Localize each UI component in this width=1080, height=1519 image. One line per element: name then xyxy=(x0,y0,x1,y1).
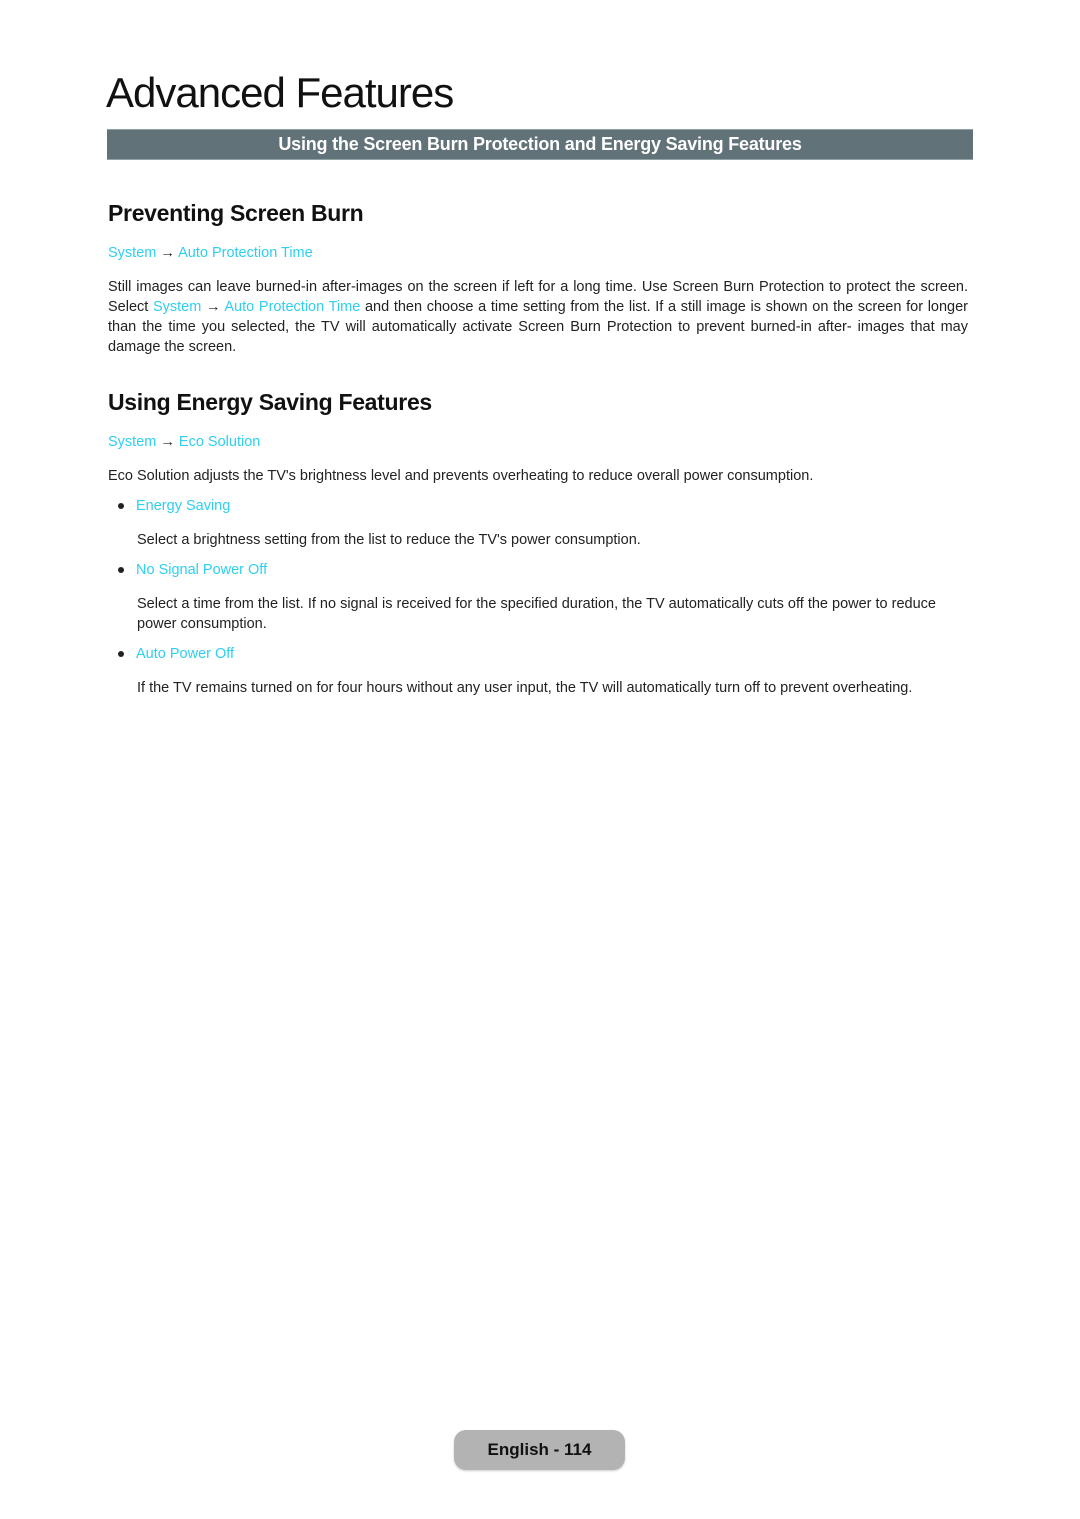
arrow-icon: → xyxy=(201,299,225,315)
menu-path-auto-protection: System → Auto Protection Time xyxy=(108,245,313,261)
arrow-icon: → xyxy=(160,434,175,450)
menu-path-eco-solution: System → Eco Solution xyxy=(108,434,260,450)
bullet-icon xyxy=(118,567,124,573)
section-banner: Using the Screen Burn Protection and Ene… xyxy=(107,129,973,160)
arrow-icon: → xyxy=(160,245,175,261)
path-link-system[interactable]: System xyxy=(108,434,156,450)
path-link-eco-solution[interactable]: Eco Solution xyxy=(179,434,260,450)
banner-text: Using the Screen Burn Protection and Ene… xyxy=(278,134,802,154)
list-item-energy-saving: Energy Saving xyxy=(118,498,230,514)
inline-link-auto-protection-time[interactable]: Auto Protection Time xyxy=(224,299,360,315)
paragraph-eco-solution: Eco Solution adjusts the TV's brightness… xyxy=(108,468,814,484)
bullet-icon xyxy=(118,503,124,509)
page-number-badge: English - 114 xyxy=(454,1430,625,1470)
page-number-text: English - 114 xyxy=(487,1440,592,1459)
item-description: If the TV remains turned on for four hou… xyxy=(137,680,913,696)
page-title: Advanced Features xyxy=(106,69,454,116)
item-label[interactable]: No Signal Power Off xyxy=(136,562,267,578)
path-link-auto-protection-time[interactable]: Auto Protection Time xyxy=(178,245,313,261)
heading-using-energy-saving: Using Energy Saving Features xyxy=(108,389,432,415)
heading-preventing-screen-burn: Preventing Screen Burn xyxy=(108,200,364,226)
inline-link-system[interactable]: System xyxy=(153,299,201,315)
item-label[interactable]: Auto Power Off xyxy=(136,646,234,662)
item-label[interactable]: Energy Saving xyxy=(136,498,230,514)
list-item-no-signal-power-off: No Signal Power Off xyxy=(118,562,267,578)
paragraph-screen-burn: Still images can leave burned-in after-i… xyxy=(108,277,968,357)
path-link-system[interactable]: System xyxy=(108,245,156,261)
item-description: Select a brightness setting from the lis… xyxy=(137,532,641,548)
bullet-icon xyxy=(118,651,124,657)
item-description: Select a time from the list. If no signa… xyxy=(137,596,936,632)
list-item-auto-power-off: Auto Power Off xyxy=(118,646,234,662)
